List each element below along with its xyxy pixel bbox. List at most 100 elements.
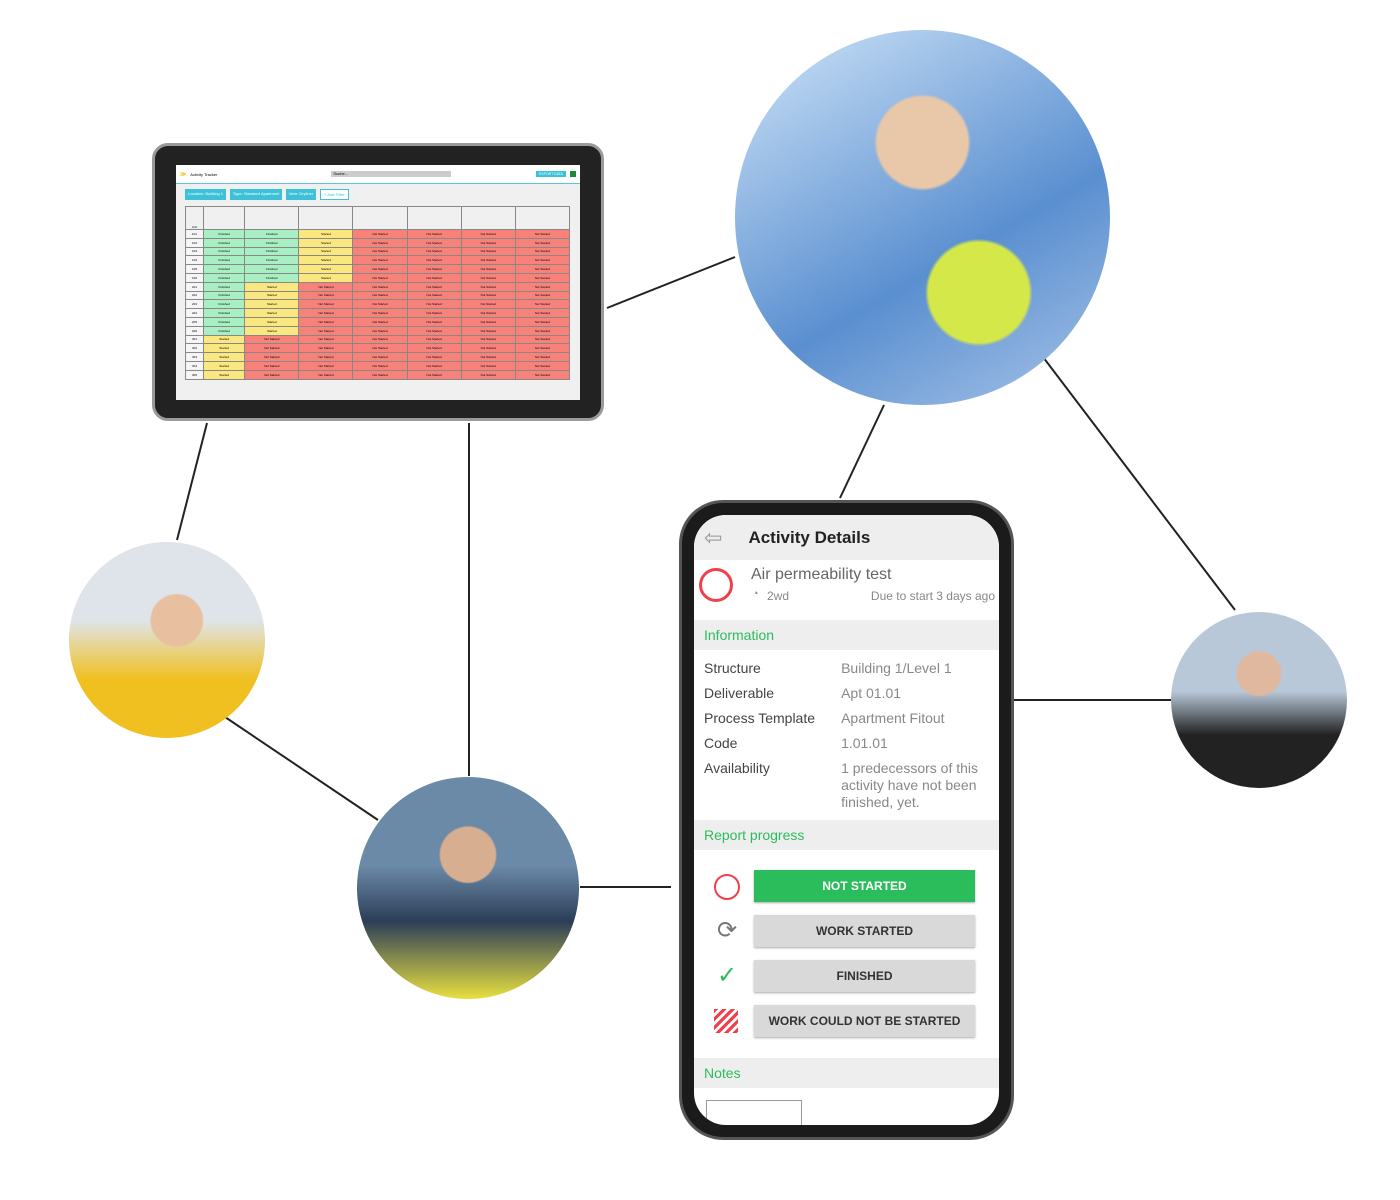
status-cell[interactable]: Not Started bbox=[406, 334, 462, 345]
status-cell[interactable]: Not Started bbox=[514, 325, 571, 336]
status-cell[interactable]: Started bbox=[244, 281, 300, 292]
status-cell[interactable]: Not Started bbox=[352, 264, 408, 274]
status-cell[interactable]: Not Started bbox=[460, 255, 516, 266]
status-cell[interactable]: Not Started bbox=[514, 264, 571, 274]
status-cell[interactable]: Not Started bbox=[406, 352, 462, 362]
back-arrow-icon[interactable]: ⇦ bbox=[704, 525, 722, 551]
status-cell[interactable]: Not Started bbox=[460, 264, 516, 274]
status-cell[interactable]: Started bbox=[202, 343, 246, 354]
status-cell[interactable]: Started bbox=[298, 255, 354, 266]
notes-input[interactable] bbox=[706, 1100, 802, 1125]
status-cell[interactable]: Finished bbox=[202, 299, 246, 310]
status-cell[interactable]: Not Started bbox=[298, 308, 354, 318]
status-cell[interactable]: Not Started bbox=[406, 360, 462, 371]
filter-type[interactable]: Type: Standard Apartment bbox=[229, 189, 283, 200]
status-cell[interactable]: Not Started bbox=[406, 255, 462, 266]
status-cell[interactable]: Not Started bbox=[352, 290, 408, 301]
status-cell[interactable]: Not Started bbox=[514, 316, 571, 327]
status-cell[interactable]: Not Started bbox=[352, 281, 408, 292]
status-cell[interactable]: Not Started bbox=[352, 316, 408, 327]
status-cell[interactable]: Not Started bbox=[460, 308, 516, 318]
status-cell[interactable]: Not Started bbox=[406, 229, 462, 239]
status-cell[interactable]: Not Started bbox=[514, 334, 571, 345]
status-cell[interactable]: Not Started bbox=[406, 369, 462, 380]
status-cell[interactable]: Not Started bbox=[406, 237, 462, 248]
status-cell[interactable]: Started bbox=[298, 246, 354, 257]
status-cell[interactable]: Not Started bbox=[514, 308, 571, 318]
status-cell[interactable]: Started bbox=[202, 352, 246, 362]
status-cell[interactable]: Not Started bbox=[298, 281, 354, 292]
status-cell[interactable]: Not Started bbox=[460, 325, 516, 336]
status-cell[interactable]: Started bbox=[244, 316, 300, 327]
status-cell[interactable]: Not Started bbox=[352, 246, 408, 257]
status-cell[interactable]: Not Started bbox=[460, 290, 516, 301]
status-cell[interactable]: Not Started bbox=[460, 299, 516, 310]
status-cell[interactable]: Finished bbox=[244, 246, 300, 257]
status-cell[interactable]: Not Started bbox=[514, 343, 571, 354]
status-cell[interactable]: Not Started bbox=[406, 272, 462, 283]
status-cell[interactable]: Finished bbox=[202, 264, 246, 274]
status-cell[interactable]: Finished bbox=[202, 246, 246, 257]
status-cell[interactable]: Not Started bbox=[514, 281, 571, 292]
status-cell[interactable]: Not Started bbox=[460, 369, 516, 380]
status-cell[interactable]: Not Started bbox=[514, 290, 571, 301]
not-started-button[interactable]: NOT STARTED bbox=[754, 870, 975, 902]
status-cell[interactable]: Not Started bbox=[514, 272, 571, 283]
status-cell[interactable]: Started bbox=[202, 360, 246, 371]
status-cell[interactable]: Not Started bbox=[244, 352, 300, 362]
status-cell[interactable]: Not Started bbox=[298, 290, 354, 301]
status-cell[interactable]: Not Started bbox=[352, 237, 408, 248]
status-cell[interactable]: Not Started bbox=[406, 343, 462, 354]
status-cell[interactable]: Finished bbox=[244, 229, 300, 239]
status-cell[interactable]: Not Started bbox=[352, 343, 408, 354]
status-cell[interactable]: Not Started bbox=[352, 334, 408, 345]
filter-item[interactable]: Item: Dryliner bbox=[286, 189, 317, 200]
status-cell[interactable]: Started bbox=[298, 264, 354, 274]
status-cell[interactable]: Finished bbox=[244, 255, 300, 266]
status-cell[interactable]: Not Started bbox=[460, 316, 516, 327]
status-cell[interactable]: Not Started bbox=[514, 360, 571, 371]
status-cell[interactable]: Finished bbox=[202, 308, 246, 318]
status-cell[interactable]: Not Started bbox=[406, 325, 462, 336]
status-cell[interactable]: Started bbox=[244, 299, 300, 310]
status-cell[interactable]: Not Started bbox=[352, 325, 408, 336]
status-cell[interactable]: Not Started bbox=[406, 281, 462, 292]
finished-button[interactable]: FINISHED bbox=[754, 960, 975, 992]
status-cell[interactable]: Finished bbox=[202, 229, 246, 239]
status-cell[interactable]: Not Started bbox=[406, 290, 462, 301]
status-cell[interactable]: Not Started bbox=[298, 299, 354, 310]
status-cell[interactable]: Not Started bbox=[460, 334, 516, 345]
status-cell[interactable]: Started bbox=[244, 290, 300, 301]
status-cell[interactable]: Not Started bbox=[298, 352, 354, 362]
status-cell[interactable]: Not Started bbox=[298, 343, 354, 354]
status-cell[interactable]: Not Started bbox=[514, 237, 571, 248]
status-cell[interactable]: Not Started bbox=[244, 343, 300, 354]
status-cell[interactable]: Not Started bbox=[460, 237, 516, 248]
status-cell[interactable]: Not Started bbox=[460, 343, 516, 354]
status-cell[interactable]: Not Started bbox=[352, 369, 408, 380]
status-cell[interactable]: Started bbox=[298, 237, 354, 248]
status-cell[interactable]: Not Started bbox=[298, 325, 354, 336]
status-cell[interactable]: Not Started bbox=[406, 264, 462, 274]
status-cell[interactable]: Not Started bbox=[460, 360, 516, 371]
work-started-button[interactable]: WORK STARTED bbox=[754, 915, 975, 947]
status-cell[interactable]: Not Started bbox=[352, 272, 408, 283]
status-cell[interactable]: Finished bbox=[202, 237, 246, 248]
status-cell[interactable]: Not Started bbox=[406, 246, 462, 257]
status-cell[interactable]: Finished bbox=[244, 272, 300, 283]
status-cell[interactable]: Not Started bbox=[514, 229, 571, 239]
status-cell[interactable]: Not Started bbox=[298, 316, 354, 327]
status-cell[interactable]: Not Started bbox=[352, 308, 408, 318]
status-cell[interactable]: Not Started bbox=[460, 246, 516, 257]
status-cell[interactable]: Not Started bbox=[514, 352, 571, 362]
status-cell[interactable]: Finished bbox=[202, 281, 246, 292]
status-cell[interactable]: Not Started bbox=[460, 229, 516, 239]
status-cell[interactable]: Not Started bbox=[460, 281, 516, 292]
status-cell[interactable]: Not Started bbox=[460, 352, 516, 362]
status-cell[interactable]: Not Started bbox=[298, 369, 354, 380]
status-cell[interactable]: Started bbox=[202, 369, 246, 380]
status-cell[interactable]: Finished bbox=[244, 237, 300, 248]
status-cell[interactable]: Started bbox=[244, 325, 300, 336]
status-cell[interactable]: Not Started bbox=[298, 334, 354, 345]
status-cell[interactable]: Started bbox=[298, 272, 354, 283]
